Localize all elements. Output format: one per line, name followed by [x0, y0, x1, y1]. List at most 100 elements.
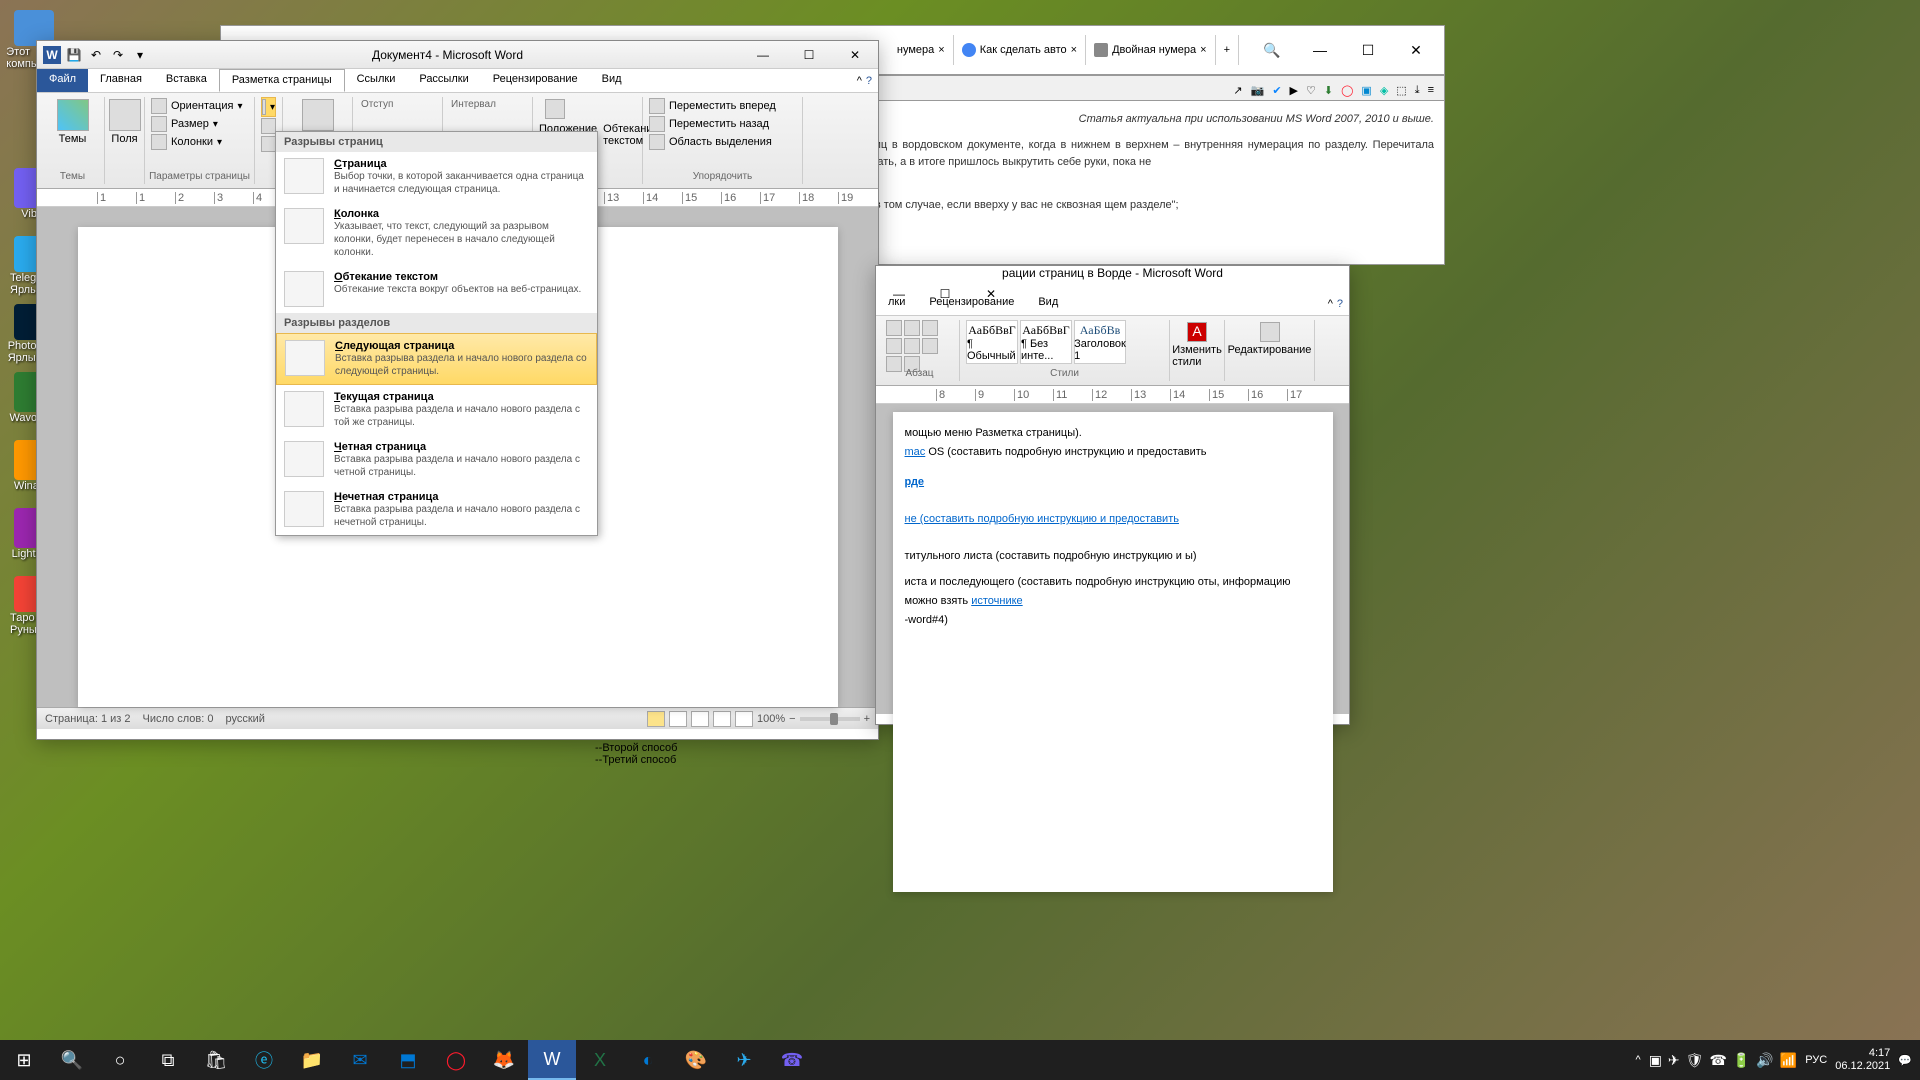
minimize-button[interactable]: — [1297, 35, 1343, 65]
save-icon[interactable]: 💾 [65, 46, 83, 64]
ruler[interactable]: 891011121314151617 [876, 386, 1349, 404]
maximize-button[interactable]: ☐ [1345, 35, 1391, 65]
help-icon[interactable]: ? [866, 75, 872, 87]
print-layout-view[interactable] [647, 711, 665, 727]
excel-icon[interactable]: X [576, 1040, 624, 1080]
style-heading1[interactable]: АаБбВвЗаголовок 1 [1074, 320, 1126, 364]
editing-button[interactable]: Редактирование [1231, 320, 1308, 358]
search-icon[interactable]: 🔍 [48, 1040, 96, 1080]
opera-icon[interactable]: ◯ [1341, 84, 1353, 97]
send-backward-button[interactable]: Переместить назад [649, 115, 796, 133]
start-button[interactable]: ⊞ [0, 1040, 48, 1080]
orientation-button[interactable]: Ориентация ▾ [151, 97, 248, 115]
tray-icon[interactable]: ▣ [1649, 1052, 1662, 1069]
redo-icon[interactable]: ↷ [109, 46, 127, 64]
word-count[interactable]: Число слов: 0 [143, 713, 214, 725]
tray-icon[interactable]: ✈ [1668, 1052, 1680, 1069]
zoom-in-icon[interactable]: + [864, 713, 870, 725]
margins-button[interactable]: Поля [111, 97, 138, 147]
security-icon[interactable]: 🛡 [1686, 1052, 1704, 1069]
shield-icon[interactable]: ✔ [1272, 84, 1281, 97]
help-icon[interactable]: ? [1337, 298, 1343, 310]
themes-button[interactable]: Темы [47, 97, 98, 147]
collapse-ribbon-icon[interactable]: ^ [1328, 298, 1333, 310]
tab-home[interactable]: Главная [88, 69, 154, 92]
align-right-icon[interactable] [922, 338, 938, 354]
outline-view[interactable] [713, 711, 731, 727]
section-continuous-item[interactable]: Текущая страницаВставка разрыва раздела … [276, 385, 597, 435]
tray-chevron-icon[interactable]: ^ [1636, 1054, 1641, 1066]
style-nospacing[interactable]: АаБбВвГ¶ Без инте... [1020, 320, 1072, 364]
ie-icon[interactable]: ⓔ [240, 1040, 288, 1080]
document-area[interactable]: мощью меню Разметка страницы). mac OS (с… [876, 404, 1349, 714]
selection-pane-button[interactable]: Область выделения [649, 133, 796, 151]
tab-view[interactable]: Вид [590, 69, 634, 92]
viber-tray-icon[interactable]: ☎ [1709, 1052, 1726, 1069]
download-icon[interactable]: ⤓ [1415, 84, 1420, 97]
wifi-icon[interactable]: 📶 [1780, 1052, 1797, 1069]
browser-tab[interactable]: Как сделать авто× [954, 35, 1086, 65]
download-icon[interactable]: ⬇ [1324, 84, 1333, 97]
undo-icon[interactable]: ↶ [87, 46, 105, 64]
heart-icon[interactable]: ♡ [1306, 84, 1316, 97]
link[interactable]: источнике [971, 595, 1022, 607]
close-button[interactable]: ✕ [1393, 35, 1439, 65]
bring-forward-button[interactable]: Переместить вперед [649, 97, 796, 115]
draft-view[interactable] [735, 711, 753, 727]
taskview-icon[interactable]: ⧉ [144, 1040, 192, 1080]
tab-review[interactable]: Рецензирование [481, 69, 590, 92]
zoom-slider[interactable] [800, 717, 860, 721]
break-page-item[interactable]: СтраницаВыбор точки, в которой заканчива… [276, 152, 597, 202]
web-view[interactable] [691, 711, 709, 727]
close-icon[interactable]: × [1200, 44, 1206, 56]
new-tab-button[interactable]: + [1216, 35, 1239, 65]
close-button[interactable]: ✕ [832, 41, 878, 69]
language-indicator[interactable]: русский [225, 713, 264, 725]
page-indicator[interactable]: Страница: 1 из 2 [45, 713, 131, 725]
tab-insert[interactable]: Вставка [154, 69, 219, 92]
mail-icon[interactable]: ✉ [336, 1040, 384, 1080]
minimize-button[interactable]: — [740, 41, 786, 69]
store-icon[interactable]: 🛍 [192, 1040, 240, 1080]
zoom-out-icon[interactable]: − [789, 713, 795, 725]
link[interactable]: рде [905, 476, 925, 488]
multilevel-icon[interactable] [922, 320, 938, 336]
zoom-level[interactable]: 100% [757, 713, 785, 725]
numbering-icon[interactable] [904, 320, 920, 336]
word-icon[interactable]: W [528, 1040, 576, 1080]
notifications-icon[interactable]: 💬 [1898, 1054, 1912, 1067]
extension-icon[interactable]: ▶ [1290, 84, 1298, 97]
edge-icon[interactable]: ◐ [624, 1040, 672, 1080]
break-textwrap-item[interactable]: Обтекание текстомОбтекание текста вокруг… [276, 265, 597, 313]
opera-icon[interactable]: ◯ [432, 1040, 480, 1080]
breaks-button[interactable]: ▾ [261, 97, 276, 117]
browser-tab-active[interactable]: Двойная нумера× [1086, 35, 1215, 65]
firefox-icon[interactable]: 🦊 [480, 1040, 528, 1080]
battery-icon[interactable]: 🔋 [1733, 1052, 1750, 1069]
menu-icon[interactable]: ≡ [1428, 84, 1434, 96]
link[interactable]: не (составить подробную инструкцию и пре… [905, 513, 1179, 525]
line-numbers-button[interactable] [261, 117, 276, 135]
section-oddpage-item[interactable]: Нечетная страницаВставка разрыва раздела… [276, 485, 597, 535]
tab-mailings[interactable]: Рассылки [407, 69, 480, 92]
browser-tab[interactable]: нумера× [889, 35, 954, 65]
break-column-item[interactable]: КолонкаУказывает, что текст, следующий з… [276, 202, 597, 265]
size-button[interactable]: Размер ▾ [151, 115, 248, 133]
extension-icon[interactable]: 📷 [1251, 84, 1265, 97]
tab-file[interactable]: Файл [37, 69, 88, 92]
qat-icon[interactable]: ▾ [131, 46, 149, 64]
clock[interactable]: 4:17 06.12.2021 [1835, 1047, 1890, 1073]
viber-icon[interactable]: ☎ [768, 1040, 816, 1080]
extension-icon[interactable]: ▣ [1361, 84, 1371, 97]
tab-mailings[interactable]: лки [876, 292, 917, 315]
bullets-icon[interactable] [886, 320, 902, 336]
hyphenation-button[interactable] [261, 135, 276, 153]
position-button[interactable] [539, 97, 636, 123]
close-icon[interactable]: × [1071, 44, 1077, 56]
language-indicator[interactable]: РУС [1805, 1054, 1827, 1066]
style-normal[interactable]: АаБбВвГ¶ Обычный [966, 320, 1018, 364]
align-left-icon[interactable] [886, 338, 902, 354]
fullscreen-view[interactable] [669, 711, 687, 727]
columns-button[interactable]: Колонки ▾ [151, 133, 248, 151]
app-icon[interactable]: ⬒ [384, 1040, 432, 1080]
